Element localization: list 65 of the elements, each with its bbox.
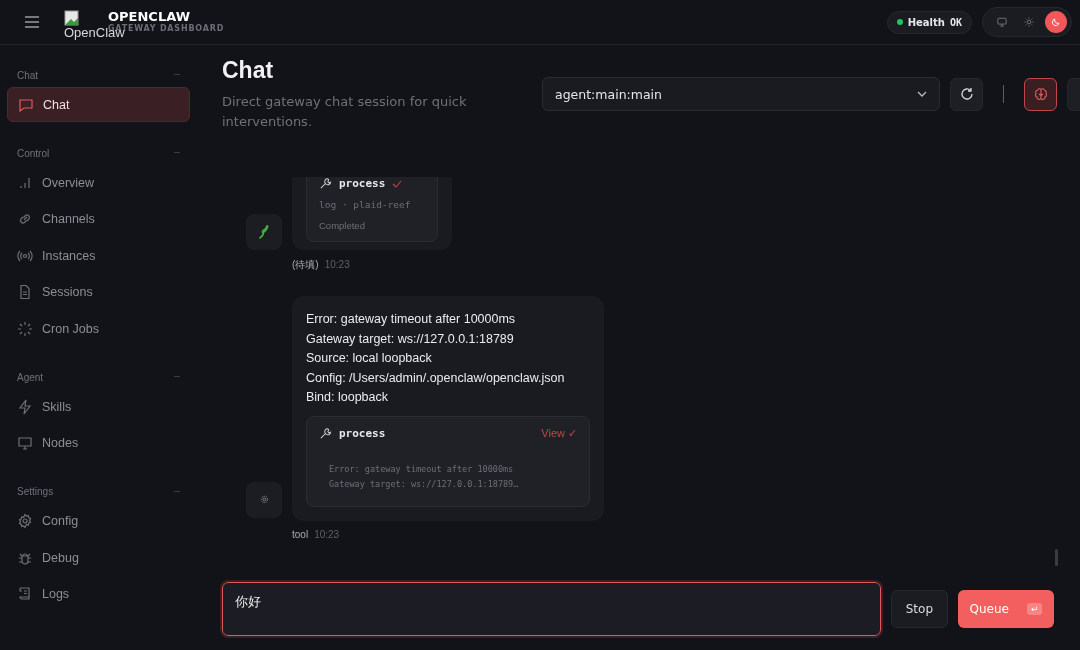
message-input[interactable]: 你好 bbox=[222, 582, 881, 636]
lightning-icon bbox=[17, 398, 33, 415]
sidebar-item[interactable]: Channels bbox=[7, 201, 190, 237]
wrench-icon bbox=[319, 177, 332, 190]
session-select[interactable]: agent:main:main bbox=[542, 77, 940, 111]
settings-icon bbox=[17, 513, 33, 529]
sidebar-item[interactable]: Config bbox=[7, 503, 190, 539]
sidebar-item[interactable]: Chat bbox=[7, 87, 190, 122]
health-label: Health bbox=[907, 16, 945, 28]
message-line: Config: /Users/admin/.openclaw/openclaw.json bbox=[306, 369, 566, 387]
chat-bubble-icon bbox=[18, 96, 34, 113]
collapse-icon[interactable] bbox=[174, 490, 180, 493]
moon-icon bbox=[1051, 16, 1061, 28]
brand-name: OPENCLAW bbox=[108, 10, 190, 25]
tool-meta: log · plaid-reef bbox=[319, 199, 412, 210]
monitor-icon bbox=[17, 435, 33, 451]
message-line: Source: local loopback bbox=[306, 350, 433, 367]
section-title: Chat bbox=[17, 69, 39, 81]
menu-button[interactable] bbox=[22, 13, 42, 31]
broken-image-icon bbox=[64, 10, 80, 26]
view-link[interactable]: View ✓ bbox=[541, 426, 577, 440]
sidebar-item[interactable]: Instances bbox=[7, 238, 190, 273]
page-subtitle: Direct gateway chat session for quick interventions. bbox=[222, 93, 468, 131]
message-time: 10:23 bbox=[314, 528, 340, 540]
sun-icon bbox=[1024, 16, 1034, 28]
sidebar-item[interactable]: Skills bbox=[7, 389, 190, 424]
section-title: Control bbox=[17, 147, 50, 159]
wrench-icon bbox=[319, 426, 332, 440]
message-line: Error: gateway timeout after 10000ms bbox=[306, 311, 517, 328]
sidebar-item[interactable]: Overview bbox=[7, 165, 190, 200]
queue-button[interactable]: Queue ↵ bbox=[958, 590, 1054, 628]
moon-theme-button[interactable] bbox=[1045, 11, 1067, 33]
loader-icon bbox=[17, 320, 33, 337]
refresh-button[interactable] bbox=[950, 77, 983, 111]
lizard-icon bbox=[257, 224, 271, 240]
tool-name: process bbox=[339, 177, 386, 190]
tool-name: process bbox=[339, 426, 386, 440]
sidebar-item[interactable]: Nodes bbox=[7, 425, 190, 461]
monitor-icon bbox=[997, 16, 1007, 28]
sidebar-item[interactable]: Logs bbox=[7, 576, 190, 612]
section-title: Settings bbox=[17, 486, 54, 497]
check-icon bbox=[392, 179, 403, 188]
refresh-icon bbox=[959, 87, 974, 101]
page-title: Chat bbox=[222, 57, 275, 84]
message-time: 10:23 bbox=[324, 259, 350, 270]
message-line: Bind: loopback bbox=[306, 389, 389, 406]
tool-status: Completed bbox=[319, 220, 366, 231]
brain-icon bbox=[1033, 87, 1048, 101]
stop-button[interactable]: Stop bbox=[890, 590, 948, 628]
gear-icon bbox=[259, 495, 269, 504]
sidebar-item[interactable]: Debug bbox=[7, 540, 190, 575]
scrollbar-thumb[interactable] bbox=[1055, 549, 1058, 566]
section-title: Agent bbox=[17, 371, 44, 383]
message-line: Gateway target: ws://127.0.0.1:18789 bbox=[306, 330, 515, 348]
sender-name: (待填) bbox=[292, 258, 319, 272]
chevron-down-icon bbox=[917, 91, 927, 97]
document-icon bbox=[17, 284, 33, 300]
sidebar-item[interactable]: Cron Jobs bbox=[7, 311, 190, 346]
tool-output: Error: gateway timeout after 10000ms Gateway target: ws://127.0.0.1:18789… bbox=[328, 462, 520, 491]
scroll-icon bbox=[17, 586, 33, 602]
sidebar-item[interactable]: Sessions bbox=[7, 274, 190, 310]
health-value: OK bbox=[949, 16, 962, 28]
link-icon bbox=[17, 211, 33, 227]
brain-toggle-button[interactable] bbox=[1024, 77, 1057, 111]
sender-name: tool bbox=[292, 528, 309, 540]
